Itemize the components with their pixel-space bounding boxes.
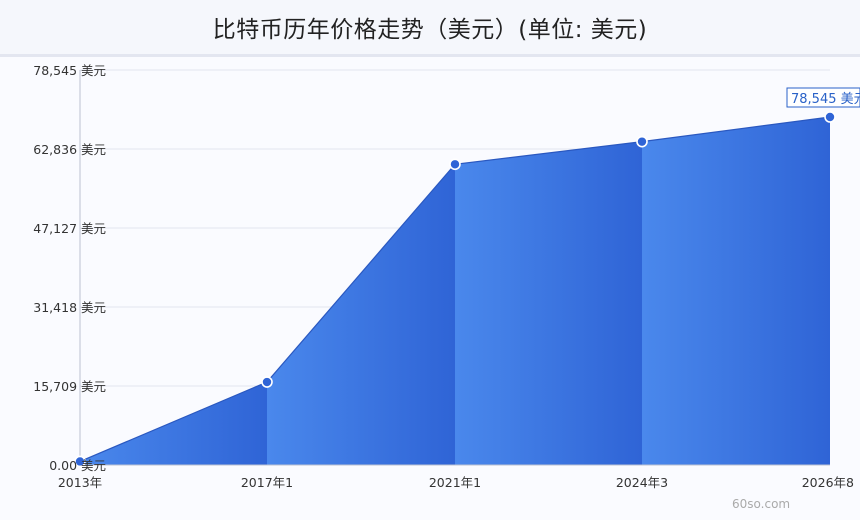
callout-label: 78,545 美元	[791, 92, 860, 107]
y-tick-label: 78,545 美元	[33, 63, 106, 78]
data-point	[824, 111, 836, 123]
x-tick-label: 2017年1	[241, 475, 293, 490]
x-tick-label: 2013年	[58, 475, 102, 490]
area-segment	[455, 141, 642, 465]
y-tick-label: 31,418 美元	[33, 300, 106, 315]
watermark-text: 60so.com	[732, 497, 790, 511]
y-tick-label: 47,127 美元	[33, 221, 106, 236]
data-point	[449, 158, 461, 171]
chart-svg: 0.00 美元 15,709 美元 31,418 美元 47,127 美元 62,836…	[0, 57, 860, 520]
x-tick-label: 2024年3	[616, 475, 668, 490]
y-tick-label: 62,836 美元	[33, 142, 106, 157]
data-point	[636, 135, 648, 148]
data-point	[261, 376, 273, 388]
y-tick-label: 15,709 美元	[33, 379, 106, 394]
area-segment	[642, 116, 830, 466]
x-tick-label: 2026年8	[802, 475, 854, 490]
x-tick-label: 2021年1	[429, 475, 481, 490]
y-tick-label: 0.00 美元	[49, 458, 106, 473]
